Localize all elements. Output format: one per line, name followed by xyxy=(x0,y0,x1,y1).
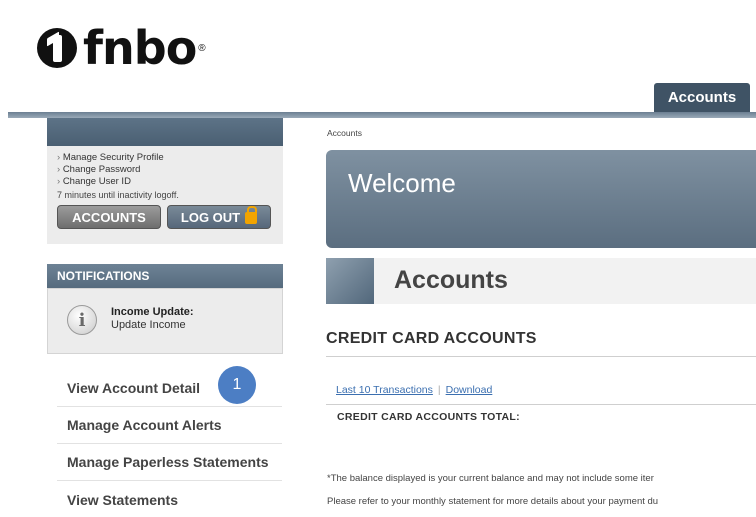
manage-account-alerts-link[interactable]: Manage Account Alerts xyxy=(57,407,282,444)
last-10-transactions-link[interactable]: Last 10 Transactions xyxy=(336,384,433,396)
change-user-id-link[interactable]: Change User ID xyxy=(57,176,283,188)
welcome-title: Welcome xyxy=(348,168,456,198)
view-statements-link[interactable]: View Statements xyxy=(57,481,282,517)
logout-button-label: LOG OUT xyxy=(180,209,241,225)
info-icon: i xyxy=(67,305,97,335)
section-divider xyxy=(326,356,756,357)
accounts-header-icon xyxy=(326,258,374,304)
welcome-banner: Welcome xyxy=(326,150,756,248)
credit-card-accounts-title: CREDIT CARD ACCOUNTS xyxy=(326,330,537,347)
notification-text[interactable]: Update Income xyxy=(111,319,186,331)
logout-button[interactable]: LOG OUT xyxy=(167,205,271,229)
tab-accounts[interactable]: Accounts xyxy=(654,83,750,112)
download-link[interactable]: Download xyxy=(446,384,493,396)
notification-item[interactable]: i Income Update: Update Income xyxy=(47,288,283,354)
user-panel: Manage Security Profile Change Password … xyxy=(47,146,283,244)
manage-security-profile-link[interactable]: Manage Security Profile xyxy=(57,152,283,164)
notifications-header: NOTIFICATIONS xyxy=(47,264,283,288)
notification-title: Income Update: xyxy=(111,306,194,318)
logo-text: fnbo xyxy=(83,21,197,75)
step-badge: 1 xyxy=(218,366,256,404)
balance-footnote: *The balance displayed is your current b… xyxy=(327,473,654,484)
accounts-button[interactable]: ACCOUNTS xyxy=(57,205,161,229)
page-title: Accounts xyxy=(394,266,508,294)
account-links: Last 10 Transactions | Download xyxy=(336,384,492,396)
logo-registered-mark: ® xyxy=(198,42,206,54)
fnbo-logo[interactable]: fnbo ® xyxy=(37,22,206,74)
user-panel-buttons: ACCOUNTS LOG OUT xyxy=(57,205,283,229)
change-password-link[interactable]: Change Password xyxy=(57,164,283,176)
lock-icon xyxy=(245,206,258,224)
logo-mark-icon xyxy=(37,28,77,68)
accounts-header: Accounts xyxy=(326,258,756,304)
user-panel-header xyxy=(47,118,283,146)
credit-card-total-label: CREDIT CARD ACCOUNTS TOTAL: xyxy=(326,404,756,423)
breadcrumb[interactable]: Accounts xyxy=(327,128,362,138)
manage-paperless-statements-link[interactable]: Manage Paperless Statements xyxy=(57,444,282,481)
statement-footnote: Please refer to your monthly statement f… xyxy=(327,496,659,507)
inactivity-notice: 7 minutes until inactivity logoff. xyxy=(57,190,179,200)
link-separator: | xyxy=(437,384,441,396)
